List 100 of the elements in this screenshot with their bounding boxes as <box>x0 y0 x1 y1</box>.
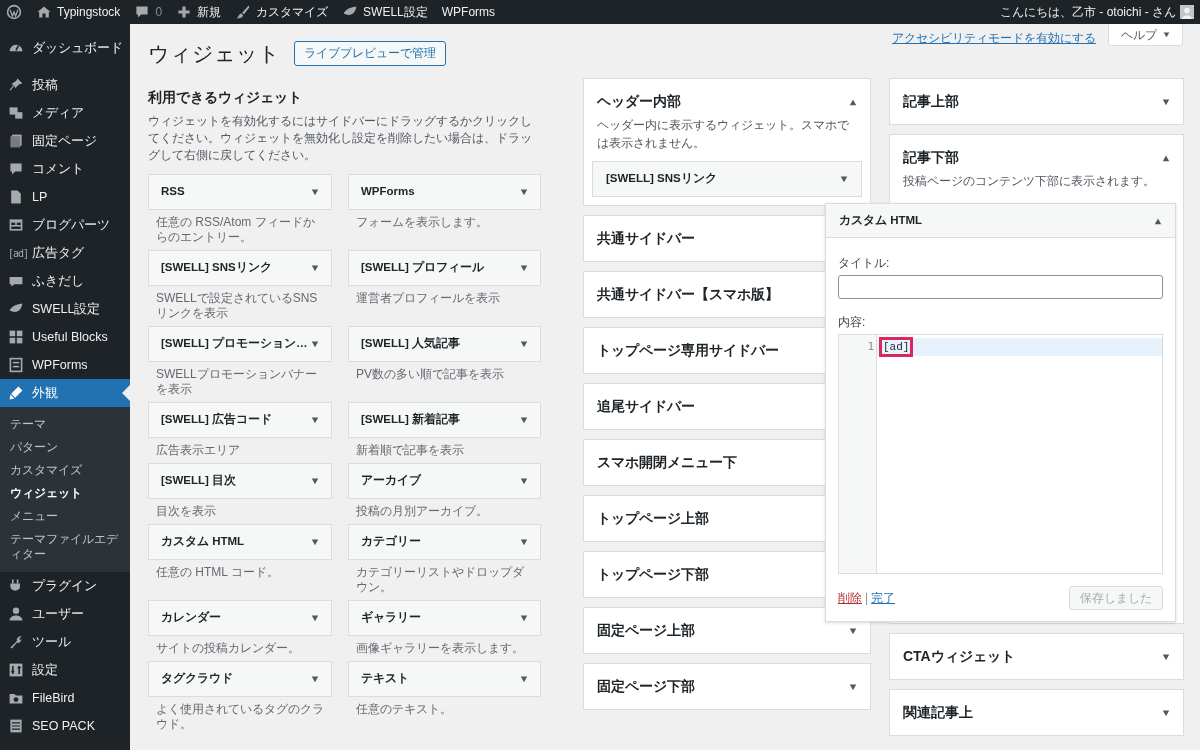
sidebar-menu-item[interactable]: SEO PACK <box>0 712 130 740</box>
sidebar-menu-item[interactable]: LP <box>0 183 130 211</box>
widget-item[interactable]: カレンダー <box>148 600 332 636</box>
widget-item[interactable]: カテゴリー <box>348 524 541 560</box>
widget-area-description: 投稿ページのコンテンツ下部に表示されます。 <box>903 173 1156 190</box>
live-preview-button[interactable]: ライブプレビューで管理 <box>294 41 446 66</box>
expand-arrow-icon <box>520 614 528 622</box>
widget-area-title[interactable]: 固定ページ下部 <box>597 676 695 697</box>
user-icon <box>8 606 24 622</box>
sidebar-menu-item[interactable]: ブログパーツ <box>0 211 130 239</box>
admin-bar-link[interactable]: Typingstock <box>57 3 121 21</box>
submenu-item[interactable]: パターン <box>0 436 130 459</box>
sidebar-menu-item[interactable]: ユーザー <box>0 600 130 628</box>
done-link[interactable]: 完了 <box>871 589 896 607</box>
sidebar-menu-item[interactable]: ツール <box>0 628 130 656</box>
widget-description: 任意のテキスト。 <box>355 701 453 718</box>
submenu-item[interactable]: テーマファイルエディター <box>0 528 130 566</box>
widget-area-title[interactable]: トップページ下部 <box>597 564 709 585</box>
widget-item[interactable]: [SWELL] プロモーション… <box>148 326 332 362</box>
help-tab[interactable]: ヘルプ <box>1108 24 1183 46</box>
widget-area-title[interactable]: CTAウィジェット <box>903 646 1015 667</box>
page-title: ウィジェット <box>148 40 280 67</box>
widget-area-title[interactable]: 固定ページ上部 <box>597 620 695 641</box>
sidebar-menu-item[interactable]: ふきだし <box>0 267 130 295</box>
widget-item[interactable]: タグクラウド <box>148 661 332 697</box>
home-icon <box>36 4 52 20</box>
layout-icon <box>8 217 24 233</box>
widget-area-description: ヘッダー内に表示するウィジェット。スマホでは表示されません。 <box>597 117 850 152</box>
expand-arrow-icon <box>520 188 528 196</box>
widget-item[interactable]: WPForms <box>348 174 541 210</box>
sidebar-menu-item[interactable]: [ad] 広告タグ <box>0 239 130 267</box>
sidebar-menu-item[interactable]: WPForms <box>0 351 130 379</box>
widget-area-title[interactable]: 追尾サイドバー <box>597 396 695 417</box>
wordpress-logo-icon <box>6 4 22 20</box>
sidebar-menu-item[interactable]: 投稿 <box>0 71 130 99</box>
widget-item[interactable]: [SWELL] 人気記事 <box>348 326 541 362</box>
admin-bar-link[interactable]: SWELL設定 <box>363 3 428 21</box>
section-heading: 利用できるウィジェット <box>148 88 303 107</box>
widget-description: 広告表示エリア <box>155 442 241 459</box>
submenu-item[interactable]: カスタマイズ <box>0 459 130 482</box>
sidebar-menu-item[interactable]: コメント <box>0 155 130 183</box>
submenu-item[interactable]: メニュー <box>0 505 130 528</box>
sidebar-menu-item[interactable]: 固定ページ <box>0 127 130 155</box>
widget-description: サイトの投稿カレンダー。 <box>155 640 301 657</box>
expand-arrow-icon <box>311 188 319 196</box>
widget-item[interactable]: [SWELL] SNSリンク <box>592 161 862 197</box>
expand-arrow-icon <box>311 416 319 424</box>
widget-item[interactable]: [SWELL] 目次 <box>148 463 332 499</box>
widget-item[interactable]: [SWELL] プロフィール <box>348 250 541 286</box>
pin-icon <box>8 77 24 93</box>
field-label: 内容: <box>838 314 867 331</box>
sidebar-menu-item[interactable]: 設定 <box>0 656 130 684</box>
widget-area-title[interactable]: ヘッダー内部 <box>597 91 681 112</box>
widget-item[interactable]: アーカイブ <box>348 463 541 499</box>
widget-item[interactable]: カスタム HTML <box>148 524 332 560</box>
widget-description: よく使用されているタグのクラウド。 <box>155 701 325 733</box>
title-input-field[interactable] <box>838 275 1163 299</box>
expand-arrow-icon <box>520 477 528 485</box>
comment-count[interactable]: 0 <box>155 3 163 21</box>
widget-description: 任意の RSS/Atom フィードからのエントリー。 <box>155 214 316 246</box>
widget-area-title[interactable]: トップページ専用サイドバー <box>597 340 779 361</box>
sidebar-menu-item[interactable]: プラグイン <box>0 572 130 600</box>
widget-description: SWELLで設定されているSNSリンクを表示 <box>155 290 319 322</box>
sidebar-menu-item[interactable]: Useful Blocks <box>0 323 130 351</box>
widget-description: 画像ギャラリーを表示します。 <box>355 640 525 657</box>
widget-area-title[interactable]: 記事上部 <box>903 91 959 112</box>
expand-arrow-icon <box>311 477 319 485</box>
wrench-icon <box>8 634 24 650</box>
sidebar-menu-item[interactable]: ダッシュボード <box>0 34 130 62</box>
document-icon <box>8 189 24 205</box>
delete-link[interactable]: 削除 <box>838 589 862 607</box>
greeting-link[interactable]: こんにちは、乙市 - otoichi - さん <box>1000 3 1176 21</box>
expand-arrow-icon <box>311 614 319 622</box>
admin-bar-link[interactable]: 新規 <box>197 3 222 21</box>
widget-area-title[interactable]: 記事下部 <box>903 147 959 168</box>
widget-area-title[interactable]: 共通サイドバー <box>597 228 695 249</box>
code-editor[interactable]: 1 [ad] <box>838 334 1163 574</box>
widget-item[interactable]: RSS <box>148 174 332 210</box>
code-text: [ad] <box>879 337 914 357</box>
sidebar-menu-item[interactable]: メディア <box>0 99 130 127</box>
sidebar-menu-item[interactable]: SWELL設定 <box>0 295 130 323</box>
widget-area-title[interactable]: トップページ上部 <box>597 508 709 529</box>
widget-item[interactable]: ギャラリー <box>348 600 541 636</box>
widget-item[interactable]: [SWELL] 広告コード <box>148 402 332 438</box>
sidebar-menu-item[interactable]: 外観 <box>0 379 130 407</box>
accessibility-mode-link[interactable]: アクセシビリティモードを有効にする <box>892 29 1096 47</box>
instructions-text: ウィジェットを有効化するにはサイドバーにドラッグするかクリックしてください。ウィジェットを無効化し設定を削除したい場合は、ドラッグして右側に戻してください。 <box>148 113 533 164</box>
sidebar-menu-item[interactable]: FileBird <box>0 684 130 712</box>
widget-area-title[interactable]: スマホ開閉メニュー下 <box>597 452 737 473</box>
expand-arrow-icon <box>520 264 528 272</box>
admin-bar-link[interactable]: カスタマイズ <box>256 3 329 21</box>
submenu-item[interactable]: テーマ <box>0 413 130 436</box>
widget-item[interactable]: [SWELL] 新着記事 <box>348 402 541 438</box>
admin-bar-link[interactable]: WPForms <box>441 3 496 21</box>
widget-title[interactable]: カスタム HTML <box>839 211 923 230</box>
widget-item[interactable]: [SWELL] SNSリンク <box>148 250 332 286</box>
widget-item[interactable]: テキスト <box>348 661 541 697</box>
widget-area-title[interactable]: 関連記事上 <box>903 702 973 723</box>
submenu-item[interactable]: ウィジェット <box>0 482 130 505</box>
widget-area-title[interactable]: 共通サイドバー【スマホ版】 <box>597 284 779 305</box>
